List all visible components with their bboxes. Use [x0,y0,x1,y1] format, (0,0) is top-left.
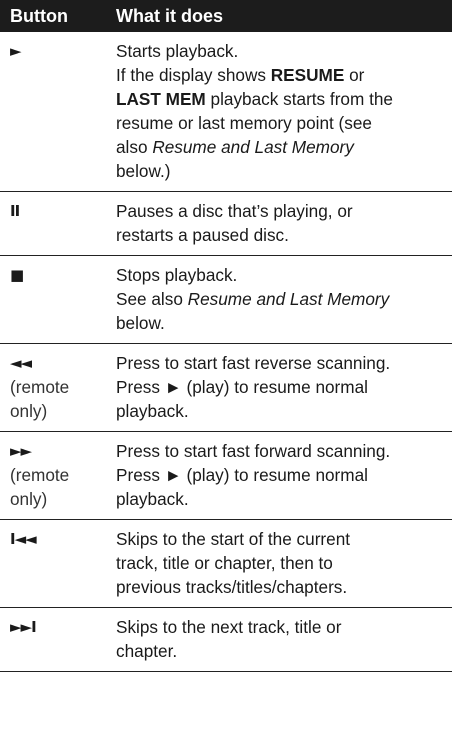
text-segment: Skips to the next track, title or [116,617,342,637]
text-segment: resume or last memory point (see [116,113,372,133]
description-line: below.) [116,159,444,183]
text-segment: previous tracks/titles/chapters. [116,577,348,597]
description-line: Pauses a disc that’s playing, or [116,199,444,223]
cross-reference: Resume and Last Memory [152,137,354,157]
table-row: ►► (remote only) Press to start fast forwar… [0,432,452,520]
description-cell: Skips to the next track, title or chapter… [100,615,452,663]
text-segment: below. [116,313,165,333]
description-cell: Pauses a disc that’s playing, or restarts… [100,199,452,247]
description-line: chapter. [116,639,444,663]
text-segment: playback. [116,489,189,509]
description-cell: Starts playback. If the display shows RES… [100,39,452,183]
description-line: track, title or chapter, then to [116,551,444,575]
table-row: ■ Stops playback. See also Resume and Last… [0,256,452,344]
text-segment: also [116,137,153,157]
pause-icon: II [10,202,20,220]
text-segment: Pauses a disc that’s playing, or [116,201,353,221]
play-icon: ► [10,42,22,60]
remote-only-note: only) [10,401,48,421]
description-cell: Stops playback. See also Resume and Last … [100,263,452,335]
description-line: Press ► (play) to resume normal [116,375,444,399]
button-cell: ►► (remote only) [0,439,100,511]
text-segment: See also [116,289,188,309]
button-function-table: Button What it does ► Starts playback. If … [0,0,452,672]
text-segment: Stops playback. [116,265,238,285]
text-segment: chapter. [116,641,178,661]
remote-only-note: (remote [10,377,70,397]
description-line: also Resume and Last Memory [116,135,444,159]
emphasis-bold: RESUME [270,65,345,85]
fast-forward-icon: ►► [10,442,32,460]
description-line: previous tracks/titles/chapters. [116,575,444,599]
table-row: I◄◄ Skips to the start of the current trac… [0,520,452,608]
header-function-label: What it does [116,5,223,26]
text-segment: below.) [116,161,171,181]
button-cell: ■ [0,263,100,287]
text-segment: Skips to the start of the current [116,529,351,549]
text-segment: playback. [116,401,189,421]
description-cell: Skips to the start of the current track, … [100,527,452,599]
text-segment: Starts playback. [116,41,239,61]
text-segment: Press to start fast forward scanning. [116,441,391,461]
button-cell: I◄◄ [0,527,100,551]
description-line: resume or last memory point (see [116,111,444,135]
text-segment: playback starts from the [205,89,393,109]
header-button-label: Button [10,5,68,26]
description-line: Starts playback. [116,39,444,63]
button-cell: ►►I [0,615,100,639]
description-line: See also Resume and Last Memory [116,287,444,311]
text-segment: restarts a paused disc. [116,225,289,245]
skip-previous-icon: I◄◄ [10,530,37,548]
description-line: restarts a paused disc. [116,223,444,247]
description-line: Press to start fast reverse scanning. [116,351,444,375]
description-line: Stops playback. [116,263,444,287]
text-segment: Press to start fast reverse scanning. [116,353,391,373]
description-cell: Press to start fast forward scanning. Pre… [100,439,452,511]
table-row: ►►I Skips to the next track, title or chap… [0,608,452,672]
cross-reference: Resume and Last Memory [187,289,390,309]
text-segment: Press ► (play) to resume normal [116,377,368,397]
remote-only-note: only) [10,489,48,509]
table-row: ◄◄ (remote only) Press to start fast revers… [0,344,452,432]
table-body: ► Starts playback. If the display shows RE… [0,32,452,672]
skip-next-icon: ►►I [10,618,37,636]
button-cell: ◄◄ (remote only) [0,351,100,423]
description-line: Skips to the next track, title or [116,615,444,639]
description-line: below. [116,311,444,335]
description-line: LAST MEM playback starts from the [116,87,444,111]
stop-icon: ■ [10,266,24,284]
description-line: playback. [116,399,444,423]
text-segment: or [344,65,365,85]
description-line: Skips to the start of the current [116,527,444,551]
table-row: II Pauses a disc that’s playing, or restar… [0,192,452,256]
text-segment: Press ► (play) to resume normal [116,465,368,485]
text-segment: If the display shows [116,65,271,85]
description-line: Press ► (play) to resume normal [116,463,444,487]
description-cell: Press to start fast reverse scanning. Pre… [100,351,452,423]
description-line: If the display shows RESUME or [116,63,444,87]
table-header: Button What it does [0,0,452,32]
remote-only-note: (remote [10,465,70,485]
description-line: Press to start fast forward scanning. [116,439,444,463]
table-row: ► Starts playback. If the display shows RE… [0,32,452,192]
description-line: playback. [116,487,444,511]
fast-reverse-icon: ◄◄ [10,354,32,372]
emphasis-bold: LAST MEM [116,89,206,109]
text-segment: track, title or chapter, then to [116,553,333,573]
button-cell: II [0,199,100,223]
button-cell: ► [0,39,100,63]
